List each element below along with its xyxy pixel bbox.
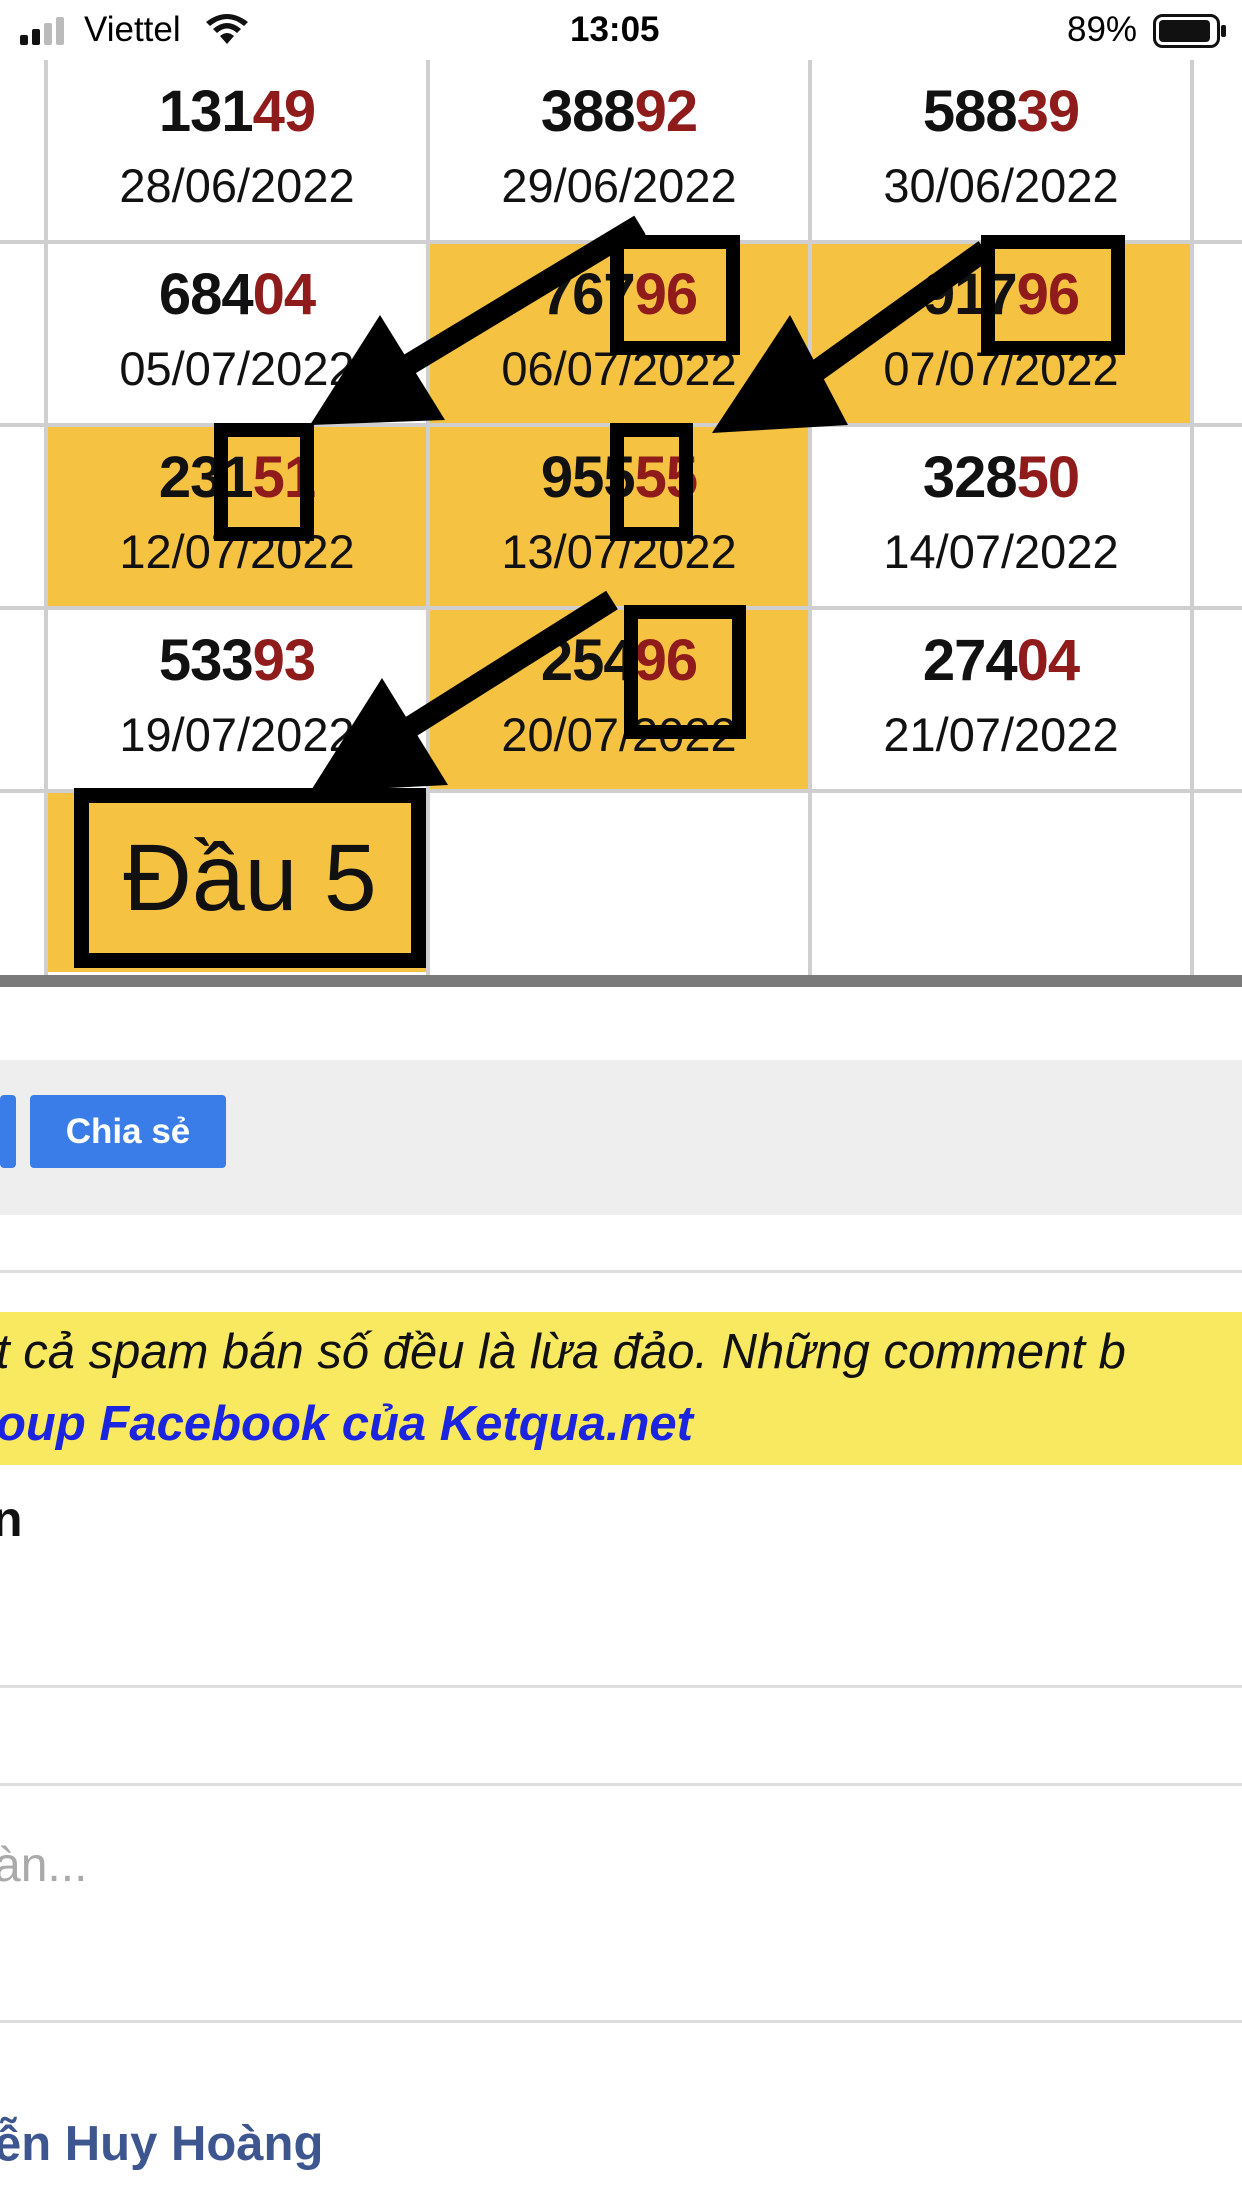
commenter-name[interactable]: ễn Huy Hoàng — [0, 2116, 323, 2172]
share-button[interactable]: Chia sẻ — [30, 1095, 226, 1168]
notice-link[interactable]: oup Facebook của Ketqua.net — [0, 1396, 693, 1452]
highlight-boxes — [214, 235, 1125, 739]
arrow-head — [310, 678, 448, 792]
comment-input[interactable] — [0, 1785, 1242, 2020]
box-highlight — [610, 423, 693, 541]
clipped-button[interactable] — [0, 1095, 16, 1168]
box-highlight — [624, 605, 746, 739]
notice-banner: t cả spam bán số đều là lừa đảo. Những c… — [0, 1312, 1242, 1465]
divider — [0, 2020, 1242, 2023]
notice-text: t cả spam bán số đều là lừa đảo. Những c… — [0, 1325, 1126, 1379]
divider — [0, 1270, 1242, 1273]
arrows — [310, 215, 992, 792]
comment-placeholder: àn... — [0, 1839, 88, 1892]
arrow-line — [783, 241, 992, 399]
arrow-head — [310, 315, 445, 425]
box-highlight — [214, 423, 314, 541]
divider — [0, 1685, 1242, 1688]
section-heading-clipped: n — [0, 1491, 23, 1547]
box-highlight — [981, 235, 1125, 355]
annotation-label: Đầu 5 — [74, 788, 426, 968]
box-highlight — [610, 235, 740, 355]
